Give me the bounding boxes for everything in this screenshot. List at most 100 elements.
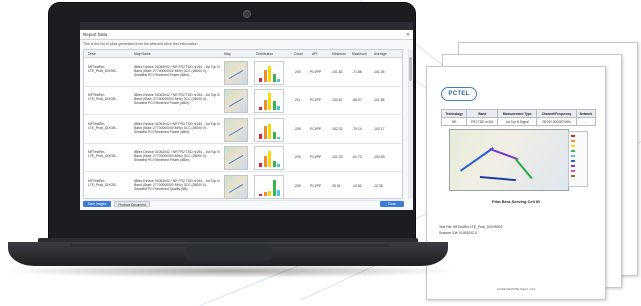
distribution-bar [259, 133, 262, 139]
distribution-bar [268, 151, 271, 168]
map-thumbnail[interactable] [224, 61, 248, 85]
minimum-cell: -102.32 [331, 126, 343, 131]
drive-cell: MFTestRm-LTE_Prob_DIXOB... [88, 178, 119, 187]
produce-document-button[interactable]: Produce Document [114, 201, 150, 207]
dialog-subtitle: This is the list of plots generated from… [83, 42, 198, 46]
distribution-bar [259, 193, 262, 196]
minimum-cell: -103.87 [331, 98, 343, 103]
average-cell: -101.05 [373, 70, 385, 74]
count-cell: 211 [295, 98, 301, 103]
table-row[interactable]: MFTestRm-LTE_Prob_DIXOB... IBflex Device … [84, 86, 402, 116]
coverage-map [449, 129, 569, 191]
trackpad [186, 247, 272, 261]
minimum-cell: -25.91 [331, 183, 341, 188]
table-row[interactable]: MFTestRm-LTE_Prob_DIXOB... IBflex Device … [84, 143, 402, 173]
count-cell: 205 [295, 155, 301, 160]
map-name-cell: IBflex Device 01063042 / NR FR2 TDD nr26… [134, 65, 220, 77]
column-header[interactable]: Average [374, 52, 387, 56]
scanner-id-label: Scanner ID#: 01063042-0 [439, 231, 477, 235]
distribution-bar [263, 70, 267, 82]
test-file-label: Test File: MFTestRm-LTE_Prob_DIXOB003 [439, 225, 503, 229]
column-header[interactable]: Maximum [352, 52, 367, 56]
api-cell: PCI/PP [310, 98, 322, 103]
distribution-chart[interactable] [254, 174, 284, 199]
grid-scrollbar[interactable] [408, 49, 413, 199]
maximum-cell: -71.88 [352, 70, 362, 74]
close-icon[interactable]: ✕ [406, 30, 410, 40]
map-thumbnail[interactable] [224, 117, 248, 142]
dialog-title: Report Data [80, 30, 413, 40]
map-legend [568, 131, 588, 187]
table-header: Technology [440, 109, 468, 118]
drive-route [460, 147, 494, 172]
map-name-cell: IBflex Device 01063042 / NR FR2 TDD nr26… [134, 93, 220, 106]
map-caption: Pilot Best-Serving Cell ID [491, 199, 540, 204]
distribution-chart[interactable] [254, 117, 284, 142]
table-header: Band [466, 109, 499, 118]
save-images-button[interactable]: Save Images [83, 201, 111, 207]
distribution-bar [259, 107, 262, 111]
minimum-cell: -101.82 [331, 70, 343, 74]
column-header[interactable]: Drive [88, 52, 96, 56]
distribution-bar [277, 164, 280, 168]
distribution-bar [263, 156, 267, 168]
distribution-bar [272, 74, 276, 82]
distribution-bar [277, 106, 280, 111]
distribution-bar [272, 101, 276, 111]
column-header[interactable]: Minimum [332, 52, 346, 56]
map-thumbnail[interactable] [224, 146, 248, 171]
drive-cell: MFTestRm-LTE_Prob_DIXOB... [88, 65, 119, 73]
distribution-chart[interactable] [254, 146, 284, 171]
distribution-bar [268, 190, 271, 196]
drive-route [479, 176, 516, 182]
results-grid: Drive Map Name Map Distribution Count AP… [83, 49, 403, 201]
maximum-cell: -61.73 [352, 155, 362, 160]
distribution-bar [259, 78, 262, 82]
column-header[interactable]: Map [224, 52, 231, 56]
grid-header: Drive Map Name Map Distribution Count AP… [84, 50, 402, 58]
drive-cell: MFTestRm-LTE_Prob_DIXOB... [88, 150, 119, 159]
column-header[interactable]: Distribution [256, 52, 273, 56]
scrollbar-thumb[interactable] [409, 57, 412, 81]
table-row[interactable]: MFTestRm-LTE_Prob_DIXOB... IBflex Device … [84, 58, 402, 87]
close-button[interactable]: Close [380, 201, 404, 207]
table-row[interactable]: MFTestRm-LTE_Prob_DIXOB... IBflex Device … [84, 172, 402, 201]
api-cell: PCI/PP [310, 70, 322, 74]
table-cell: FR2 TDD nr261 [466, 117, 499, 126]
column-header[interactable]: Count [294, 52, 303, 56]
distribution-bar [277, 189, 280, 196]
column-header[interactable]: Map Name [134, 52, 151, 56]
table-row[interactable]: MFTestRm-LTE_Prob_DIXOB... IBflex Device … [84, 115, 402, 144]
api-cell: PCI/PP [310, 183, 322, 188]
distribution-chart[interactable] [254, 89, 284, 114]
distribution-bar [277, 136, 280, 139]
window-titlebar [80, 22, 413, 30]
distribution-bar [268, 93, 271, 111]
count-cell: 205 [295, 126, 301, 131]
distribution-bar [277, 79, 280, 82]
webcam-icon [243, 10, 251, 18]
map-thumbnail[interactable] [224, 174, 248, 199]
distribution-bar [268, 66, 271, 82]
laptop-shadow [0, 264, 460, 278]
minimum-cell: -101.33 [331, 155, 343, 160]
maximum-cell: -10.82 [352, 183, 362, 188]
distribution-bar [259, 163, 262, 168]
api-cell: PCI/PP [310, 126, 322, 131]
map-name-cell: IBflex Device 01063042 / NR FR2 TDD nr26… [134, 150, 220, 163]
distribution-bar [263, 191, 267, 196]
table-cell: NR [440, 117, 468, 126]
distribution-bar [263, 125, 267, 139]
table-cell: 1st Top N Signal [497, 117, 538, 126]
distribution-chart[interactable] [254, 61, 284, 85]
page-footer: Confidential PCTEL Page 1 of 12 [496, 288, 536, 291]
distribution-bar [272, 161, 276, 168]
count-cell: 205 [295, 183, 301, 188]
column-header[interactable]: API [312, 52, 317, 56]
map-thumbnail[interactable] [224, 89, 248, 114]
distribution-bar [268, 123, 271, 139]
average-cell: -101.86 [373, 98, 385, 103]
maximum-cell: -68.97 [352, 98, 362, 103]
table-header: Channel/Frequency [536, 109, 577, 118]
count-cell: 205 [295, 70, 301, 74]
